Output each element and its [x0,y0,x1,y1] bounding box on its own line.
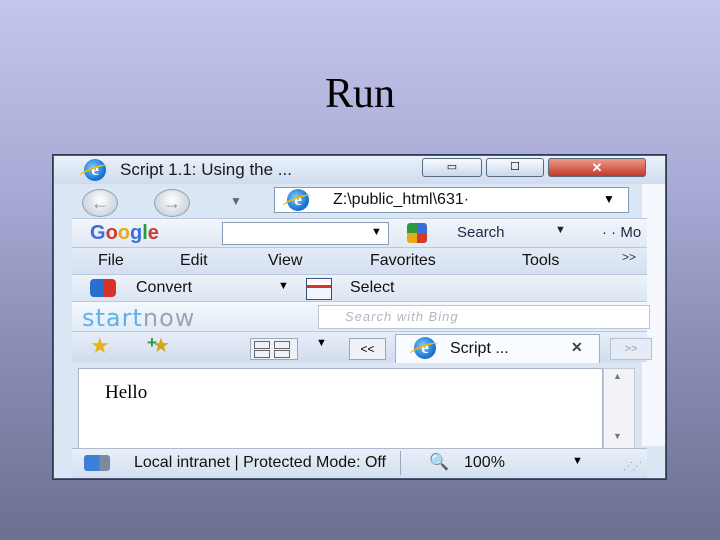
close-button[interactable]: ✕ [548,158,646,177]
google-logo: Google [90,222,159,245]
menu-overflow-button[interactable]: >> [622,250,636,264]
vertical-scrollbar[interactable]: ▲ ▼ [603,368,635,449]
resize-grip-icon[interactable]: ⋰⋰ [623,461,642,472]
page-content: Hello [78,368,603,449]
bing-search-input[interactable]: Search with Bing [318,305,650,329]
divider [400,451,401,475]
address-text[interactable]: Z:\public_html\631· [333,191,469,209]
intranet-icon [84,455,110,471]
google-logo-letter: o [117,222,130,244]
address-bar[interactable]: e Z:\public_html\631· ▼ [274,187,629,213]
google-search-button[interactable]: Search [457,224,505,241]
google-more-button[interactable]: · · Mo [602,224,641,241]
tab-label: Script ... [450,340,509,357]
zoom-dropdown[interactable]: ▼ [572,455,583,467]
ie-page-icon: e [287,189,309,211]
tab-list-button[interactable]: << [349,338,386,360]
close-icon[interactable]: ✕ [571,339,583,356]
slide-title: Run [324,71,395,117]
zoom-level[interactable]: 100% [464,454,505,472]
scroll-down-icon[interactable]: ▼ [613,431,622,441]
google-search-input[interactable]: ▼ [222,222,389,245]
google-logo-letter: g [130,222,143,244]
quick-tabs-icon[interactable] [250,338,298,360]
ie-tab-icon: e [414,337,436,359]
chevron-down-icon[interactable]: ▼ [371,226,382,238]
ie-logo-icon: e [84,159,106,181]
scroll-up-icon[interactable]: ▲ [613,371,622,381]
google-search-icon[interactable] [407,223,427,243]
convert-pdf-icon [90,279,116,297]
window-title: Script 1.1: Using the ... [120,160,292,179]
startnow-logo[interactable]: startnow [82,304,195,332]
google-logo-letter: G [90,222,106,244]
convert-toolbar: Convert ▼ Select [72,274,647,302]
select-icon [306,278,332,300]
add-favorites-icon[interactable]: ★ [152,333,170,358]
startnow-logo-part: now [142,304,196,332]
address-dropdown[interactable]: ▼ [603,192,615,206]
security-zone[interactable]: Local intranet | Protected Mode: Off [134,454,402,472]
chevron-down-icon[interactable]: ▼ [316,337,327,349]
minimize-button[interactable]: ▭ [422,158,482,177]
history-dropdown[interactable]: ▼ [230,194,242,208]
convert-button[interactable]: Convert [136,279,192,297]
menu-tools[interactable]: Tools [522,252,559,270]
title-bar[interactable]: e Script 1.1: Using the ... ▭ ☐ ✕ [54,156,665,184]
startnow-logo-part: start [82,304,143,332]
menu-bar: File Edit View Favorites Tools >> [72,247,647,275]
menu-edit[interactable]: Edit [180,252,208,270]
favorites-star-icon[interactable]: ★ [90,333,110,359]
menu-file[interactable]: File [98,252,124,270]
bing-search-placeholder: Search with Bing [345,309,459,324]
chevron-down-icon[interactable]: ▼ [555,224,566,236]
menu-view[interactable]: View [268,252,302,270]
menu-favorites[interactable]: Favorites [370,252,436,270]
status-bar: Local intranet | Protected Mode: Off 🔍 1… [72,448,647,478]
select-button[interactable]: Select [350,279,394,297]
tab-bar: ★ + ★ ▼ << e Script ... ✕ >> [72,331,652,363]
tab-active[interactable]: e Script ... ✕ [395,334,600,363]
browser-window: e Script 1.1: Using the ... ▭ ☐ ✕ ← → ▼ … [53,155,666,479]
content-text: Hello [105,382,148,403]
new-tab-button[interactable]: >> [610,338,652,360]
google-logo-letter: o [105,222,118,244]
maximize-button[interactable]: ☐ [486,158,544,177]
forward-arrow-icon[interactable]: → [154,189,190,217]
google-toolbar: Google ▼ Search ▼ · · Mo [72,218,647,248]
google-logo-letter: e [147,222,159,244]
zoom-icon: 🔍 [429,454,449,471]
startnow-toolbar: startnow Search with Bing [72,301,650,332]
navigation-bar: ← → ▼ e Z:\public_html\631· ▼ [54,184,665,218]
chevron-down-icon[interactable]: ▼ [278,280,289,292]
back-arrow-icon[interactable]: ← [82,189,118,217]
